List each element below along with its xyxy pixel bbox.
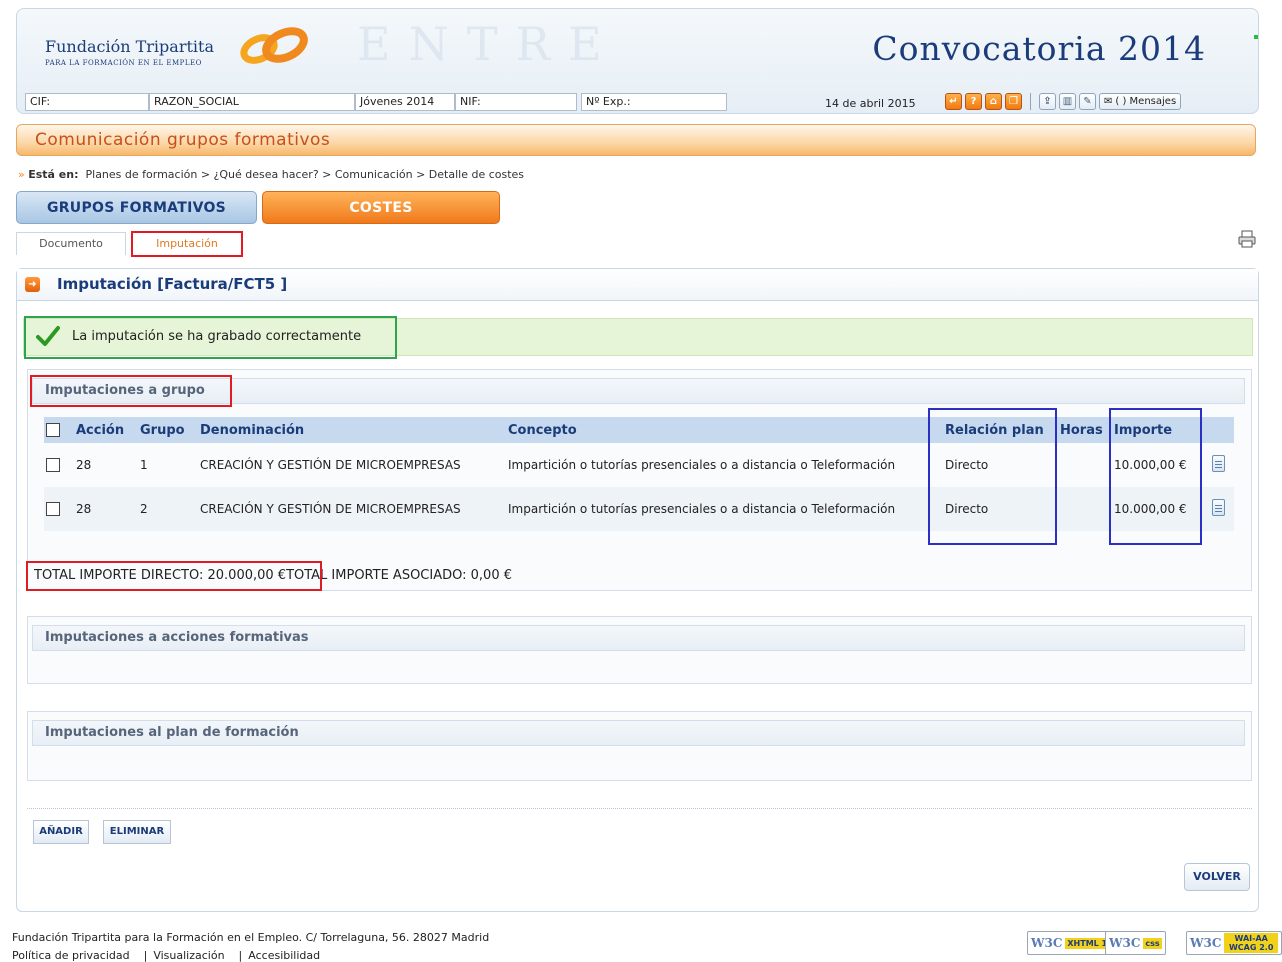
convocatoria-title: Convocatoria 2014 [872,29,1206,68]
mail-icon: ✉ [1104,96,1113,107]
org-logo-name[interactable]: Fundación Tripartita [45,37,214,56]
volver-button[interactable]: VOLVER [1184,863,1250,891]
breadcrumb: » Está en: Planes de formación > ¿Qué de… [18,168,524,181]
breadcrumb-prefix: Está en: [28,168,79,181]
eliminar-button[interactable]: ELIMINAR [103,820,171,844]
status-dot [1254,35,1258,39]
cell-horas [1058,487,1112,531]
cell-concepto: Impartición o tutorías presenciales o a … [506,487,943,531]
toolbar-icons: ↵ ? ⌂ ❐ ⇪ ▥ ✎ ✉ ( ) Mensajes [939,93,1182,110]
toolbar-separator [1030,93,1031,110]
highlight-imputacion-tab [131,231,243,257]
section-imputaciones-plan: Imputaciones al plan de formación [27,711,1252,781]
cell-accion: 28 [74,487,138,531]
col-accion: Acción [74,417,138,443]
arrow-right-icon: ➜ [25,277,40,292]
info-bar: CIF: RAZON_SOCIAL Jóvenes 2014 NIF: Nº E… [17,91,1258,113]
exit-icon[interactable]: ↵ [945,93,962,110]
w3c-logo-icon: W3C [1109,936,1141,950]
section-title-acciones: Imputaciones a acciones formativas [32,625,1245,651]
anadir-button[interactable]: AÑADIR [33,820,89,844]
cell-denominacion: CREACIÓN Y GESTIÓN DE MICROEMPRESAS [200,458,461,472]
w3c-logo-icon: W3C [1190,936,1222,950]
panel-title: Imputación [Factura/FCT5 ] [57,275,288,293]
highlight-success [24,316,397,359]
help-icon[interactable]: ? [965,93,982,110]
page-title: Comunicación grupos formativos [16,124,1256,156]
home-icon[interactable]: ⌂ [985,93,1002,110]
document-icon[interactable] [1212,499,1225,516]
w3c-logo-icon: W3C [1031,936,1063,950]
badge-css[interactable]: W3C css [1105,931,1166,955]
badge-css-label: css [1143,937,1162,949]
footer-address: Fundación Tripartita para la Formación e… [12,931,490,944]
cell-denominacion: CREACIÓN Y GESTIÓN DE MICROEMPRESAS [198,487,506,531]
link-privacidad[interactable]: Política de privacidad [12,949,130,962]
badge-wai-label: WAI-AA WCAG 2.0 [1224,933,1278,953]
print-icon[interactable] [1238,230,1256,248]
nif-field: NIF: [455,93,577,111]
cell-grupo: 2 [138,487,198,531]
upload-icon[interactable]: ⇪ [1039,93,1056,110]
cell-concepto: Impartición o tutorías presenciales o a … [508,458,896,472]
cell-horas [1058,443,1112,487]
action-buttons-bar: AÑADIR ELIMINAR [27,808,1252,848]
panel-header: ➜ Imputación [Factura/FCT5 ] [17,269,1258,301]
tab-costes[interactable]: COSTES [262,191,500,224]
section-title-plan: Imputaciones al plan de formación [32,720,1245,746]
cell-accion: 28 [76,458,92,472]
document-icon[interactable] [1212,455,1225,472]
org-logo-tagline: PARA LA FORMACIÓN EN EL EMPLEO [45,59,202,67]
subtab-documento[interactable]: Documento [16,232,126,255]
chart-icon[interactable]: ▥ [1059,93,1076,110]
highlight-total-directo [26,561,322,591]
highlight-importe [1109,408,1202,545]
link-visualizacion[interactable]: Visualización [153,949,224,962]
row-checkbox[interactable] [46,458,60,473]
col-concepto: Concepto [506,417,943,443]
footer: Fundación Tripartita para la Formación e… [12,931,490,962]
copy-icon[interactable]: ❐ [1005,93,1022,110]
col-horas: Horas [1058,417,1112,443]
breadcrumb-arrow-icon: » [18,168,25,181]
col-grupo: Grupo [138,417,198,443]
breadcrumb-path[interactable]: Planes de formación > ¿Qué desea hacer? … [86,168,525,181]
row-checkbox[interactable] [46,502,60,517]
highlight-section-grupo [30,375,232,407]
badge-wai[interactable]: W3C WAI-AA WCAG 2.0 [1186,931,1282,955]
header-background-decoration: ENTRE [357,17,620,71]
footer-links: Política de privacidad | Visualización | Acc… [12,949,321,962]
edit-icon[interactable]: ✎ [1079,93,1096,110]
tab-grupos-formativos[interactable]: GRUPOS FORMATIVOS [16,191,257,224]
convocatoria-field: Jóvenes 2014 [355,93,455,111]
site-header: ENTRE Fundación Tripartita PARA LA FORMA… [16,8,1259,114]
messages-button[interactable]: ✉ ( ) Mensajes [1099,93,1182,110]
col-actions [1210,417,1234,443]
col-denominacion: Denominación [198,417,506,443]
cell-grupo: 1 [140,458,148,472]
n-exp-field: Nº Exp.: [581,93,727,111]
select-all-checkbox[interactable] [46,423,60,437]
link-accesibilidad[interactable]: Accesibilidad [248,949,320,962]
messages-label: ( ) Mensajes [1115,96,1177,107]
logo-icon [240,27,308,64]
cif-field: CIF: [25,93,149,111]
current-date: 14 de abril 2015 [825,97,916,110]
razon-social-field: RAZON_SOCIAL [149,93,355,111]
section-imputaciones-acciones: Imputaciones a acciones formativas [27,616,1252,684]
highlight-relacion-plan [928,408,1057,545]
